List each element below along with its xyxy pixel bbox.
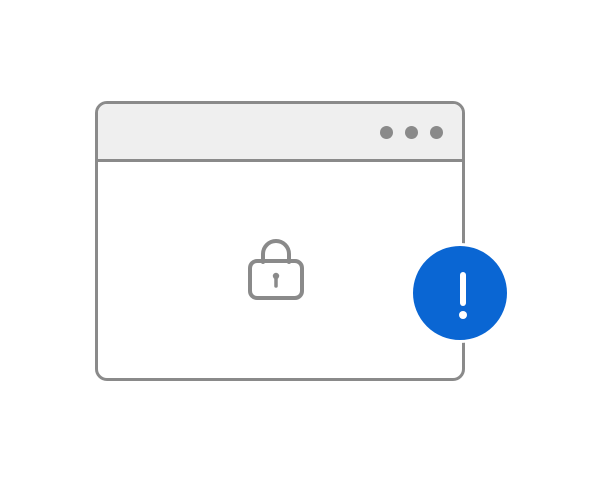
window-dot-icon (380, 126, 393, 139)
exclamation-icon (459, 272, 467, 319)
window-title-bar (98, 104, 462, 162)
lock-icon (248, 239, 304, 300)
window-dot-icon (430, 126, 443, 139)
illustration-canvas (0, 0, 600, 480)
alert-badge (410, 243, 510, 343)
window-dot-icon (405, 126, 418, 139)
